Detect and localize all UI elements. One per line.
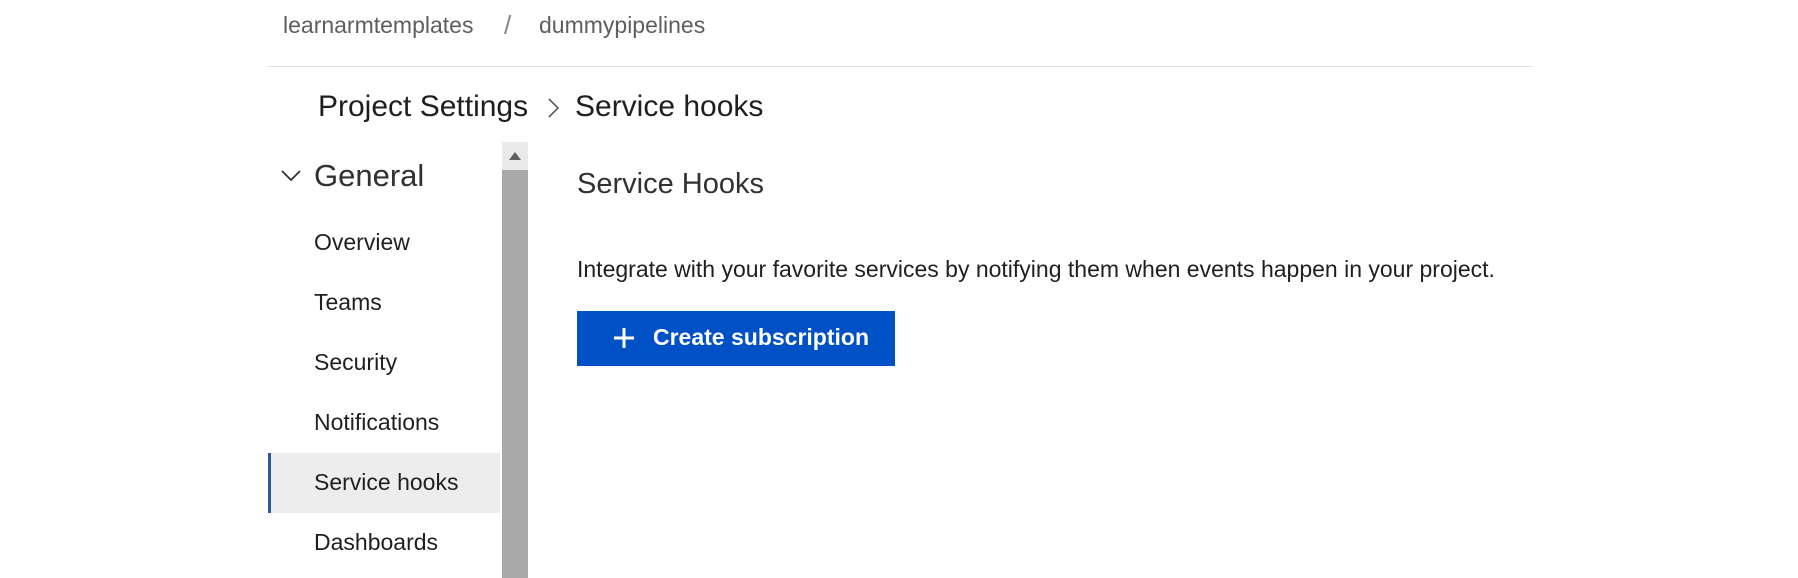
triangle-up-icon: [509, 152, 521, 160]
scroll-up-button[interactable]: [502, 142, 528, 170]
sidebar-item-label: Teams: [314, 289, 382, 315]
sidebar-item-label: Dashboards: [314, 529, 439, 555]
sidebar-item-label: Notifications: [314, 409, 440, 435]
breadcrumb-organization-link[interactable]: learnarmtemplates: [283, 12, 473, 39]
nav-group-general[interactable]: General: [268, 158, 500, 202]
service-hooks-description: Integrate with your favorite services by…: [577, 256, 1495, 282]
sidebar-item-label: Service hooks: [314, 469, 459, 495]
sidebar-item-teams[interactable]: Teams: [268, 273, 500, 333]
create-subscription-label: Create subscription: [653, 324, 869, 350]
service-hooks-heading: Service Hooks: [577, 168, 764, 200]
chevron-right-icon: [548, 98, 560, 118]
sidebar-scrollbar[interactable]: [502, 142, 528, 578]
scrollbar-thumb[interactable]: [502, 170, 528, 578]
project-settings-link[interactable]: Project Settings: [318, 90, 528, 124]
sidebar-item-security[interactable]: Security: [268, 333, 500, 393]
breadcrumb-separator: /: [504, 10, 512, 40]
sidebar-item-service-hooks[interactable]: Service hooks: [268, 453, 500, 513]
create-subscription-button[interactable]: Create subscription: [577, 311, 895, 366]
chevron-down-icon: [281, 170, 301, 182]
sidebar-item-overview[interactable]: Overview: [268, 213, 500, 273]
page: learnarmtemplates / dummypipelines Proje…: [0, 0, 1798, 578]
breadcrumb-project-link[interactable]: dummypipelines: [539, 12, 705, 39]
sidebar-item-dashboards[interactable]: Dashboards: [268, 513, 500, 573]
sidebar-item-label: Security: [314, 349, 398, 375]
top-breadcrumb: learnarmtemplates / dummypipelines: [268, 0, 1532, 67]
nav-group-label: General: [314, 158, 425, 193]
sidebar-item-notifications[interactable]: Notifications: [268, 393, 500, 453]
page-title: Service hooks: [575, 90, 764, 123]
plus-icon: [614, 328, 634, 348]
settings-sidebar: General Overview Teams Security Notifica…: [268, 142, 500, 578]
sidebar-item-label: Overview: [314, 229, 410, 255]
